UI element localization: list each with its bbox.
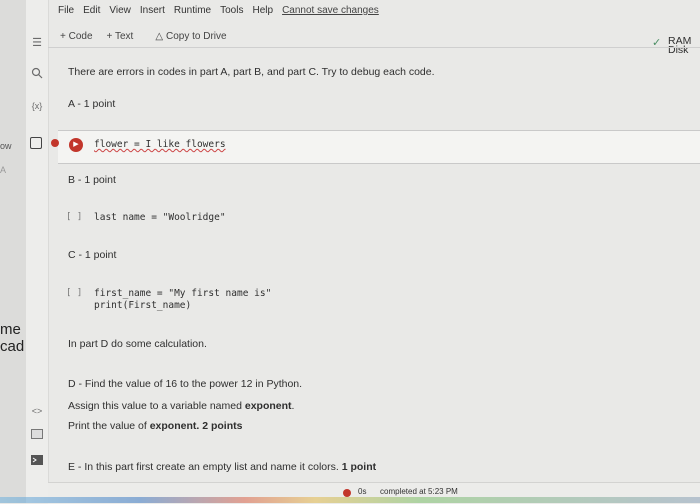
part-e-text: E - In this part first create an empty l… xyxy=(68,461,342,473)
exponent-bold: exponent xyxy=(244,400,292,412)
background-fragment: cad xyxy=(0,338,25,355)
add-code-button[interactable]: + Code xyxy=(60,31,93,42)
part-c-code-line2[interactable]: print(First_name) xyxy=(94,300,191,311)
terminal-icon[interactable] xyxy=(30,429,44,443)
run-icon[interactable]: ▶ xyxy=(69,138,83,152)
background-window-strip: ow A me cad xyxy=(0,0,27,503)
toolbar: + Code + Text △ Copy to Drive xyxy=(60,28,227,44)
drive-icon: △ xyxy=(155,30,164,42)
menu-icon[interactable]: ☰ xyxy=(30,36,44,50)
points-bold: 1 point xyxy=(341,461,377,473)
add-text-button[interactable]: + Text xyxy=(107,31,134,42)
menu-edit[interactable]: Edit xyxy=(83,5,100,21)
disk-label: Disk xyxy=(668,44,689,56)
cell-bracket[interactable]: [ ] xyxy=(66,212,82,222)
part-d-line3: Print the value of exponent. 2 points xyxy=(68,420,242,432)
dock-strip xyxy=(0,497,700,503)
part-b-heading: B - 1 point xyxy=(68,174,116,186)
status-text[interactable]: completed at 5:23 PM xyxy=(380,487,458,496)
error-icon xyxy=(343,489,351,497)
intro-text: There are errors in codes in part A, par… xyxy=(68,66,435,78)
variables-icon[interactable]: {x} xyxy=(30,99,44,113)
copy-to-drive-button[interactable]: △ Copy to Drive xyxy=(155,31,226,42)
left-sidebar: ☰ {x} <> xyxy=(26,0,49,503)
error-icon xyxy=(51,139,59,147)
exponent-bold: exponent xyxy=(149,420,197,432)
background-fragment: ow xyxy=(0,141,12,151)
menu-runtime[interactable]: Runtime xyxy=(174,5,211,21)
background-fragment: A xyxy=(0,165,7,175)
menu-file[interactable]: File xyxy=(58,5,74,21)
menubar: File Edit View Insert Runtime Tools Help… xyxy=(58,5,379,21)
part-b-code[interactable]: last name = "Woolridge" xyxy=(94,212,226,223)
menu-insert[interactable]: Insert xyxy=(140,5,165,21)
menu-help[interactable]: Help xyxy=(252,5,273,21)
code-snippets-icon[interactable]: <> xyxy=(30,404,44,418)
part-d-line2-text: Assign this value to a variable named xyxy=(68,400,245,412)
copy-to-drive-label: Copy to Drive xyxy=(166,30,227,42)
terminal-icon[interactable] xyxy=(30,455,44,469)
points-bold: . 2 points xyxy=(196,420,243,432)
cell-icon xyxy=(30,137,42,149)
menu-view[interactable]: View xyxy=(109,5,131,21)
status-duration: 0s xyxy=(358,487,367,496)
background-fragment: me xyxy=(0,321,21,338)
part-c-heading: C - 1 point xyxy=(68,249,117,261)
part-c-code-line1[interactable]: first_name = "My first name is" xyxy=(94,288,271,299)
part-a-heading: A - 1 point xyxy=(68,98,116,110)
part-e-line: E - In this part first create an empty l… xyxy=(68,461,376,473)
search-icon[interactable] xyxy=(30,67,44,81)
part-a-code[interactable]: flower = I like flowers xyxy=(94,139,226,150)
part-d-line1: D - Find the value of 16 to the power 12… xyxy=(68,378,303,390)
menu-tools[interactable]: Tools xyxy=(220,5,243,21)
part-d-line2: Assign this value to a variable named ex… xyxy=(68,400,295,412)
unsaved-changes-link[interactable]: Cannot save changes xyxy=(282,5,379,21)
part-d-intro: In part D do some calculation. xyxy=(68,338,207,350)
toolbar-divider xyxy=(48,47,700,48)
cell-bracket[interactable]: [ ] xyxy=(66,288,82,298)
part-d-line3-text: Print the value of xyxy=(68,420,150,432)
